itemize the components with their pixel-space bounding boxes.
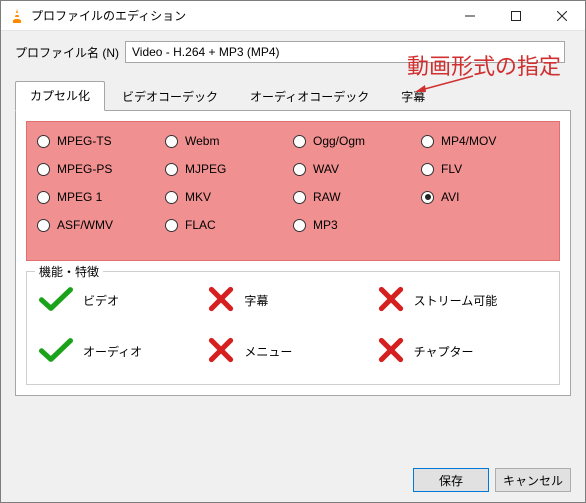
minimize-button[interactable] bbox=[447, 1, 493, 30]
titlebar: プロファイルのエディション bbox=[1, 1, 585, 31]
vlc-icon bbox=[9, 8, 25, 24]
radio-flac[interactable]: FLAC bbox=[165, 218, 293, 232]
tab-panel: MPEG-TS Webm Ogg/Ogm MP4/MOV MPEG-PS MJP… bbox=[15, 110, 571, 396]
radio-mpeg1[interactable]: MPEG 1 bbox=[37, 190, 165, 204]
radio-label: FLV bbox=[441, 162, 462, 176]
radio-label: MP3 bbox=[313, 218, 338, 232]
features-grid: ビデオ 字幕 ストリーム可能 オーディオ メニュー チャプター bbox=[39, 286, 547, 366]
close-button[interactable] bbox=[539, 1, 585, 30]
feature-label: ビデオ bbox=[83, 292, 119, 309]
radio-label: MPEG 1 bbox=[57, 190, 102, 204]
radio-label: Webm bbox=[185, 134, 219, 148]
check-icon bbox=[39, 337, 73, 366]
radio-label: RAW bbox=[313, 190, 341, 204]
radio-ogg[interactable]: Ogg/Ogm bbox=[293, 134, 421, 148]
feature-label: メニュー bbox=[244, 343, 292, 360]
window-controls bbox=[447, 1, 585, 30]
radio-mpeg-ts[interactable]: MPEG-TS bbox=[37, 134, 165, 148]
cross-icon bbox=[208, 286, 234, 315]
radio-asf[interactable]: ASF/WMV bbox=[37, 218, 165, 232]
radio-label: ASF/WMV bbox=[57, 218, 113, 232]
feature-audio: オーディオ bbox=[39, 337, 208, 366]
cross-icon bbox=[378, 286, 404, 315]
radio-webm[interactable]: Webm bbox=[165, 134, 293, 148]
radio-label: Ogg/Ogm bbox=[313, 134, 365, 148]
window-title: プロファイルのエディション bbox=[31, 7, 447, 24]
feature-label: チャプター bbox=[414, 343, 474, 360]
feature-label: ストリーム可能 bbox=[414, 292, 498, 309]
radio-label: AVI bbox=[441, 190, 459, 204]
dialog-window: プロファイルのエディション プロファイル名 (N) 動画形式の指定 カプセル化 … bbox=[0, 0, 586, 503]
radio-mkv[interactable]: MKV bbox=[165, 190, 293, 204]
dialog-content: プロファイル名 (N) 動画形式の指定 カプセル化 ビデオコーデック オーディオ… bbox=[1, 31, 585, 408]
radio-label: MPEG-PS bbox=[57, 162, 112, 176]
feature-label: 字幕 bbox=[244, 292, 268, 309]
cancel-button[interactable]: キャンセル bbox=[495, 468, 571, 492]
save-button[interactable]: 保存 bbox=[413, 468, 489, 492]
radio-label: MJPEG bbox=[185, 162, 226, 176]
radio-label: FLAC bbox=[185, 218, 216, 232]
feature-chapter: チャプター bbox=[378, 337, 547, 366]
features-legend: 機能・特徴 bbox=[35, 263, 103, 280]
feature-menu: メニュー bbox=[208, 337, 377, 366]
feature-subtitle: 字幕 bbox=[208, 286, 377, 315]
tab-encapsulation[interactable]: カプセル化 bbox=[15, 81, 105, 111]
tab-video-codec[interactable]: ビデオコーデック bbox=[107, 81, 233, 111]
format-radio-grid: MPEG-TS Webm Ogg/Ogm MP4/MOV MPEG-PS MJP… bbox=[37, 134, 549, 232]
radio-label: MP4/MOV bbox=[441, 134, 496, 148]
radio-mp4[interactable]: MP4/MOV bbox=[421, 134, 549, 148]
radio-avi[interactable]: AVI bbox=[421, 190, 549, 204]
feature-label: オーディオ bbox=[83, 343, 142, 360]
dialog-footer: 保存 キャンセル bbox=[413, 468, 571, 492]
annotation-arrow-icon bbox=[415, 74, 475, 94]
features-group: 機能・特徴 ビデオ 字幕 ストリーム可能 オーディオ メニュー チャプター bbox=[26, 271, 560, 385]
profile-name-label: プロファイル名 (N) bbox=[15, 44, 119, 61]
cross-icon bbox=[208, 337, 234, 366]
format-highlight-region: MPEG-TS Webm Ogg/Ogm MP4/MOV MPEG-PS MJP… bbox=[26, 121, 560, 261]
radio-raw[interactable]: RAW bbox=[293, 190, 421, 204]
radio-mjpeg[interactable]: MJPEG bbox=[165, 162, 293, 176]
tab-strip: カプセル化 ビデオコーデック オーディオコーデック 字幕 bbox=[15, 81, 571, 111]
maximize-button[interactable] bbox=[493, 1, 539, 30]
tab-audio-codec[interactable]: オーディオコーデック bbox=[235, 81, 384, 111]
feature-stream: ストリーム可能 bbox=[378, 286, 547, 315]
radio-label: WAV bbox=[313, 162, 339, 176]
cross-icon bbox=[378, 337, 404, 366]
radio-wav[interactable]: WAV bbox=[293, 162, 421, 176]
radio-label: MKV bbox=[185, 190, 211, 204]
radio-flv[interactable]: FLV bbox=[421, 162, 549, 176]
radio-label: MPEG-TS bbox=[57, 134, 112, 148]
feature-video: ビデオ bbox=[39, 286, 208, 315]
radio-mp3[interactable]: MP3 bbox=[293, 218, 421, 232]
check-icon bbox=[39, 286, 73, 315]
radio-mpeg-ps[interactable]: MPEG-PS bbox=[37, 162, 165, 176]
